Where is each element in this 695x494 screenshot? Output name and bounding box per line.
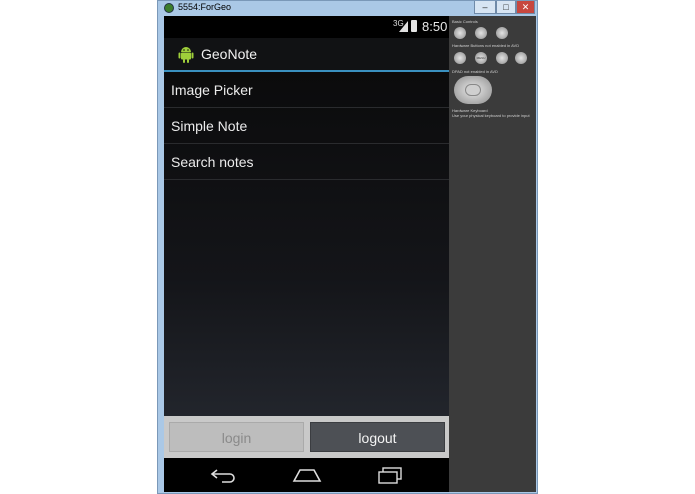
window-titlebar[interactable]: 5554:ForGeo – □ ✕ bbox=[158, 1, 537, 16]
list-item-label: Search notes bbox=[171, 154, 254, 170]
search-hw-icon[interactable] bbox=[515, 52, 527, 64]
signal-icon bbox=[399, 21, 408, 32]
menu-hw-button[interactable]: MENU bbox=[475, 52, 487, 64]
android-robot-icon[interactable] bbox=[178, 45, 194, 63]
status-time: 8:50 bbox=[422, 19, 448, 34]
list-item-search-notes[interactable]: Search notes bbox=[164, 144, 449, 180]
hardware-keyboard-note: Use your physical keyboard to provide in… bbox=[452, 113, 530, 118]
volume-up-icon[interactable] bbox=[475, 27, 487, 39]
minimize-button[interactable]: – bbox=[474, 1, 496, 14]
maximize-button[interactable]: □ bbox=[496, 1, 516, 14]
dpad-control[interactable] bbox=[454, 76, 492, 104]
status-bar: 3G 8:50 bbox=[164, 16, 449, 38]
hardware-buttons-label: Hardware Buttons not enabled in AVD bbox=[452, 43, 520, 48]
list-item-label: Image Picker bbox=[171, 82, 253, 98]
list-item-simple-note[interactable]: Simple Note bbox=[164, 108, 449, 144]
back-icon[interactable] bbox=[210, 467, 238, 483]
recent-apps-icon[interactable] bbox=[377, 466, 403, 484]
logout-button[interactable]: logout bbox=[310, 422, 445, 452]
volume-down-icon[interactable] bbox=[454, 27, 466, 39]
list-item-label: Simple Note bbox=[171, 118, 248, 134]
action-bar: GeoNote bbox=[164, 38, 449, 72]
emulator-app-icon bbox=[164, 3, 174, 13]
window-title: 5554:ForGeo bbox=[178, 2, 232, 12]
button-bar: login logout bbox=[164, 416, 449, 458]
navigation-bar bbox=[164, 458, 449, 492]
emulator-controls-panel: Basic Controls Hardware Buttons not enab… bbox=[449, 16, 536, 492]
list-item-image-picker[interactable]: Image Picker bbox=[164, 72, 449, 108]
app-title: GeoNote bbox=[201, 46, 258, 62]
dpad-label: DPAD not enabled in AVD bbox=[452, 69, 498, 74]
power-icon[interactable] bbox=[496, 27, 508, 39]
device-screen: 3G 8:50 GeoNote Image Picker Simple Note… bbox=[164, 16, 449, 492]
menu-list: Image Picker Simple Note Search notes bbox=[164, 72, 449, 416]
home-hw-icon[interactable] bbox=[454, 52, 466, 64]
login-button[interactable]: login bbox=[169, 422, 304, 452]
battery-icon bbox=[411, 20, 417, 32]
basic-controls-label: Basic Controls bbox=[452, 19, 478, 24]
emulator-window: 5554:ForGeo – □ ✕ 3G 8:50 GeoNote Image … bbox=[157, 0, 538, 494]
home-icon[interactable] bbox=[292, 467, 322, 483]
back-hw-icon[interactable] bbox=[496, 52, 508, 64]
dpad-center-button[interactable] bbox=[465, 84, 481, 96]
close-button[interactable]: ✕ bbox=[516, 1, 535, 14]
